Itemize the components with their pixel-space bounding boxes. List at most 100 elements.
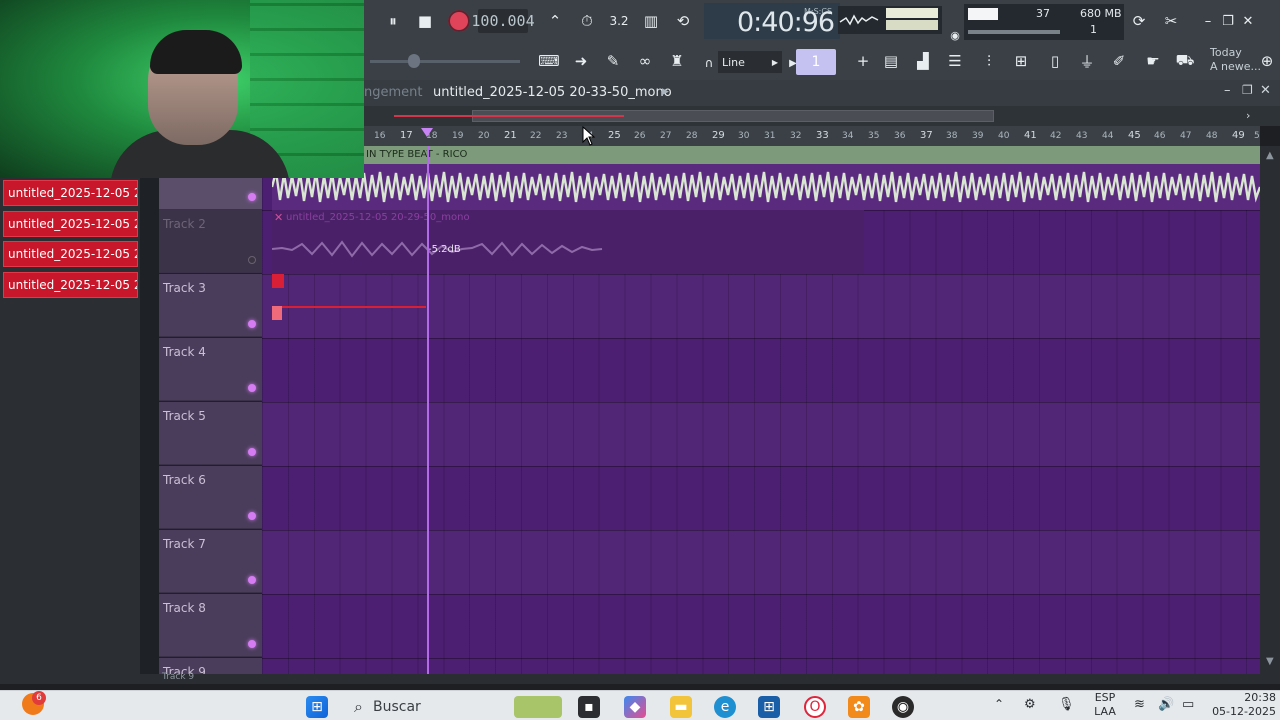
playlist-icon[interactable]: ▤ <box>878 48 904 74</box>
ruler-number: 47 <box>1180 131 1192 141</box>
edit-icon[interactable]: ✐ <box>1106 48 1132 74</box>
track-led[interactable] <box>248 576 256 584</box>
arrow-right-icon[interactable]: ➜ <box>568 48 594 74</box>
track-header-4[interactable]: Track 4 <box>159 338 262 401</box>
track-led[interactable] <box>248 256 256 264</box>
title-arrow-icon[interactable]: ▶ <box>662 87 669 97</box>
playlist-grid[interactable]: IN TYPE BEAT - RICO ✕ untitled_2025-12-0… <box>262 146 1260 674</box>
ruler-number: 30 <box>738 131 750 141</box>
track-header-1[interactable] <box>159 178 262 210</box>
store-icon[interactable]: ⊞ <box>758 696 780 718</box>
restore-icon[interactable]: ❐ <box>1218 14 1238 29</box>
track-header-7[interactable]: Track 7 <box>159 530 262 593</box>
browser-clip-item[interactable]: untitled_2025-12-05 20... <box>3 180 138 206</box>
clip-close-icon[interactable]: ✕ <box>274 211 283 224</box>
taskbar-search[interactable]: ⌕ Buscar <box>344 694 494 720</box>
tempo-display[interactable]: 100.004 <box>471 9 535 33</box>
wait-input-icon[interactable]: ⏱ <box>574 8 600 34</box>
track-led[interactable] <box>248 320 256 328</box>
playhead-marker[interactable] <box>421 128 433 137</box>
scroll-down-icon[interactable]: ▼ <box>1266 656 1274 667</box>
clock-time: 20:38 <box>1244 691 1276 704</box>
audio-waveform[interactable] <box>272 164 1260 210</box>
minimize-icon[interactable]: – <box>1198 14 1218 29</box>
stop-button[interactable]: ■ <box>412 8 438 34</box>
playlist-title[interactable]: untitled_2025-12-05 20-33-50_mono <box>433 85 672 100</box>
hand-icon[interactable]: ☛ <box>1140 48 1166 74</box>
taskbar-clock[interactable]: 20:38 05-12-2025 <box>1210 691 1280 719</box>
track-led[interactable] <box>248 193 256 201</box>
playhead[interactable] <box>427 146 429 674</box>
globe-icon[interactable]: ⊕ <box>1254 48 1280 74</box>
track-header-6[interactable]: Track 6 <box>159 466 262 529</box>
pencil-icon[interactable]: ✎ <box>600 48 626 74</box>
keyboard-icon[interactable]: ⌨ <box>536 48 562 74</box>
opera-icon[interactable]: O <box>804 696 826 718</box>
ruler-number: 33 <box>816 130 829 141</box>
automation-line <box>282 306 426 308</box>
taskbar-widget-image[interactable] <box>514 696 562 718</box>
fl-studio-icon[interactable]: ✿ <box>848 696 870 718</box>
cart-icon[interactable]: ⛟ <box>1172 48 1198 74</box>
browser-clip-item[interactable]: untitled_2025-12-05 20... <box>3 272 138 298</box>
scroll-up-icon[interactable]: ▲ <box>1266 150 1274 161</box>
browser-panel: untitled_2025-12-05 20... untitled_2025-… <box>0 178 140 684</box>
vertical-scrollbar[interactable]: ▲ ▼ <box>1260 146 1280 674</box>
panel-minimize-icon[interactable]: – <box>1224 83 1231 98</box>
link-icon[interactable]: ∞ <box>632 48 658 74</box>
track-header-8[interactable]: Track 8 <box>159 594 262 657</box>
browser-clip-item[interactable]: untitled_2025-12-05 20... <box>3 241 138 267</box>
slider-knob[interactable] <box>408 54 420 68</box>
edge-icon[interactable]: e <box>714 696 736 718</box>
audio-clip-header[interactable]: IN TYPE BEAT - RICO <box>364 146 1260 164</box>
track-led[interactable] <box>248 384 256 392</box>
obs-icon[interactable]: ◉ <box>892 696 914 718</box>
mixer-icon[interactable]: ⫶ <box>976 48 1002 74</box>
record-button[interactable] <box>446 8 472 34</box>
wifi-icon[interactable]: ≋ <box>1134 697 1145 712</box>
panel-maximize-icon[interactable]: ❐ <box>1242 83 1253 97</box>
close-icon[interactable]: ✕ <box>1238 14 1258 29</box>
refresh-icon[interactable]: ⟳ <box>1126 8 1152 34</box>
browser-icon[interactable]: ⊞ <box>1008 48 1034 74</box>
track-header-3[interactable]: Track 3 <box>159 274 262 337</box>
tray-app-icon[interactable]: ⚙ <box>1024 697 1036 712</box>
tools-icon[interactable]: ✂ <box>1158 8 1184 34</box>
plugin-icon[interactable]: ⏚ <box>1074 48 1100 74</box>
master-pitch-slider[interactable] <box>370 54 520 68</box>
track-led[interactable] <box>248 640 256 648</box>
pattern-selector[interactable]: 1 <box>796 49 836 75</box>
timeline-ruler[interactable]: 16 17 18 19 20 21 22 23 24 25 26 27 28 2… <box>364 126 1260 146</box>
countdown-icon[interactable]: 3.2 <box>606 8 632 34</box>
volume-icon[interactable]: 🔊 <box>1158 697 1174 712</box>
tray-chevron-icon[interactable]: ⌃ <box>994 697 1004 711</box>
battery-icon[interactable]: ▭ <box>1182 697 1194 712</box>
panel-close-icon[interactable]: ✕ <box>1260 83 1271 98</box>
track-header-5[interactable]: Track 5 <box>159 402 262 465</box>
file-viewer-icon[interactable]: ▪ <box>578 696 600 718</box>
add-pattern-button[interactable]: + <box>850 48 876 74</box>
pattern-clip-track3[interactable] <box>272 274 284 288</box>
piano-roll-icon[interactable]: ▟ <box>910 48 936 74</box>
pause-button[interactable]: ⏸ <box>380 8 406 34</box>
track-led[interactable] <box>248 512 256 520</box>
track-header-2[interactable]: Track 2 <box>159 210 262 273</box>
microphone-icon[interactable]: 🎙 <box>1058 697 1075 712</box>
step-edit-icon[interactable]: ▥ <box>638 8 664 34</box>
automation-point[interactable] <box>272 306 282 320</box>
track-led[interactable] <box>248 448 256 456</box>
metronome-icon[interactable]: ⌃ <box>542 8 568 34</box>
stamp-icon[interactable]: ♜ <box>664 48 690 74</box>
channel-rack-icon[interactable]: ☰ <box>942 48 968 74</box>
m365-icon[interactable]: ◆ <box>624 696 646 718</box>
horizontal-scrollbar[interactable]: › <box>364 106 1280 126</box>
scroll-right-icon[interactable]: › <box>1246 109 1250 122</box>
file-icon[interactable]: ▯ <box>1042 48 1068 74</box>
loop-record-icon[interactable]: ⟲ <box>670 8 696 34</box>
windows-start-icon[interactable]: ⊞ <box>306 696 328 718</box>
browser-clip-item[interactable]: untitled_2025-12-05 20... <box>3 211 138 237</box>
language-indicator[interactable]: ESP LAA <box>1094 691 1116 719</box>
file-explorer-icon[interactable]: ▬ <box>670 696 692 718</box>
ruler-number: 19 <box>452 131 464 141</box>
snap-select[interactable]: Line ▶ <box>718 51 782 73</box>
